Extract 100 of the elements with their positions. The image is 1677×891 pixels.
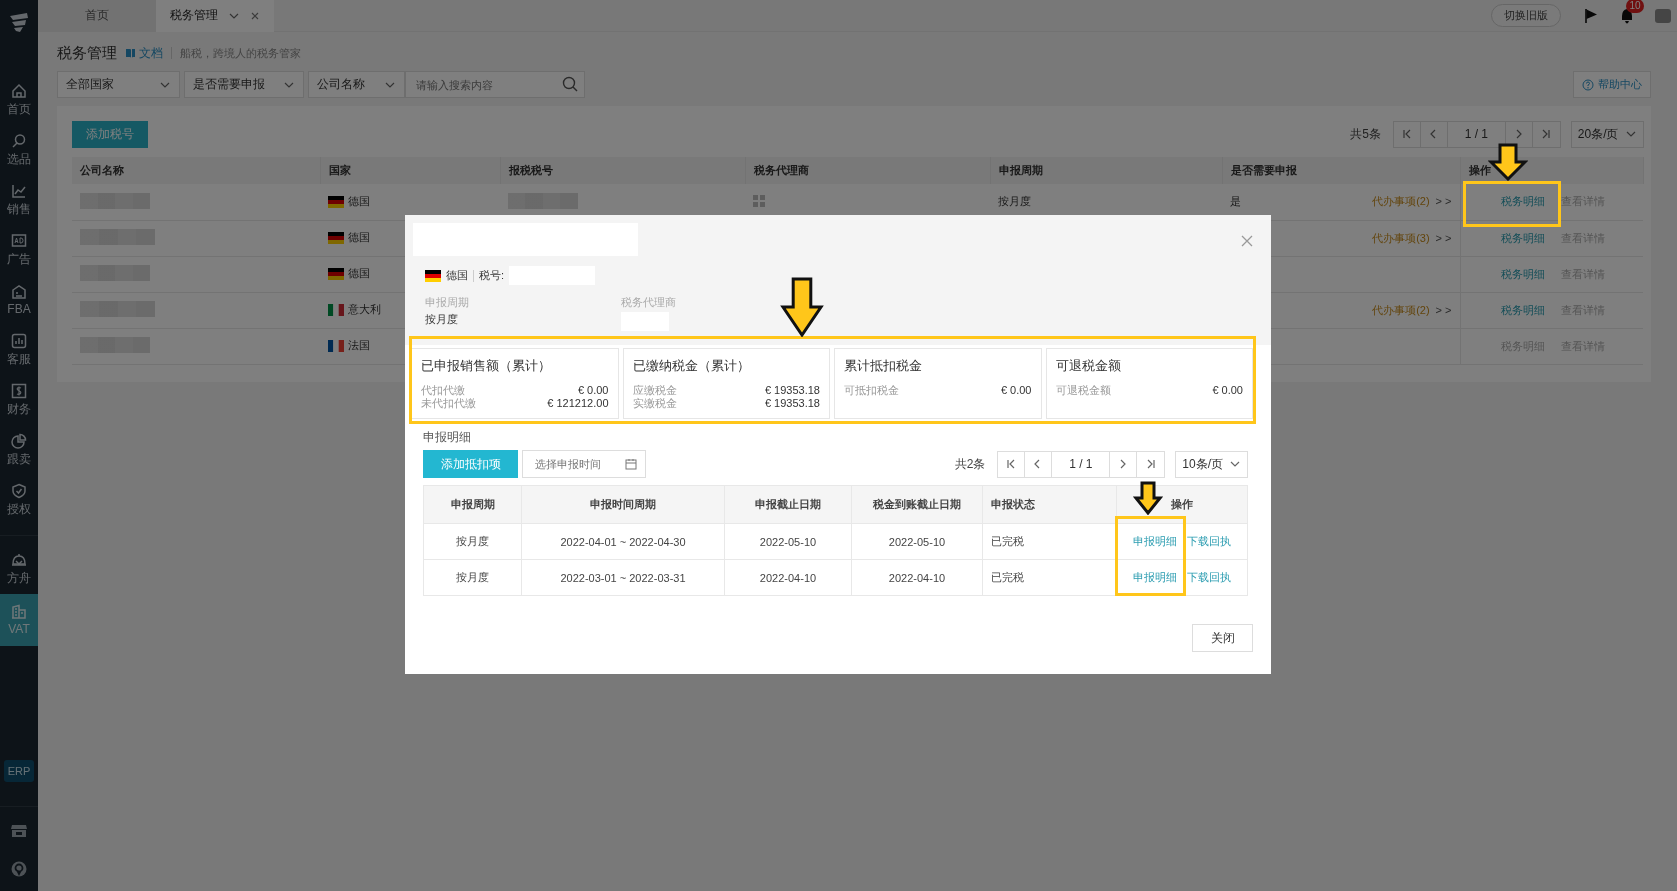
- table-cell: 2022-04-10: [724, 559, 852, 596]
- stat-title: 累计抵扣税金: [844, 357, 923, 375]
- column-header: 申报状态: [982, 485, 1117, 524]
- total-count: 共2条: [954, 455, 986, 473]
- stat-value: € 121212.00: [547, 397, 609, 410]
- search-field[interactable]: 请输入搜索内容: [405, 71, 585, 98]
- book-icon: [125, 47, 136, 59]
- country-name: 德国: [348, 266, 370, 282]
- more-arrow: > >: [1435, 303, 1452, 316]
- filing-detail-link[interactable]: 申报明细: [1133, 570, 1177, 585]
- section-title: 申报明细: [423, 429, 472, 446]
- country-name: 法国: [348, 338, 370, 354]
- search-icon: [562, 76, 578, 92]
- stat-title: 已缴纳税金（累计）: [632, 357, 751, 375]
- column-header: 公司名称: [72, 157, 320, 184]
- table-cell: 是: [1230, 194, 1241, 210]
- filter-select[interactable]: 是否需要申报: [184, 71, 304, 98]
- add-tax-number-button[interactable]: 添加税号: [72, 120, 148, 148]
- column-header: 申报时间周期: [521, 485, 725, 524]
- sidebar-item[interactable]: 授权: [0, 475, 38, 525]
- sidebar-item[interactable]: 首页: [0, 75, 38, 125]
- sidebar-item[interactable]: 跟卖: [0, 425, 38, 475]
- tax-detail-link[interactable]: 税务明细: [1501, 266, 1545, 282]
- dome-icon: [11, 551, 27, 568]
- notification-badge: 10: [1626, 0, 1644, 13]
- tax-detail-link[interactable]: 税务明细: [1501, 302, 1545, 318]
- help-icon: [1581, 78, 1594, 91]
- todo-link[interactable]: 代办事项(2): [1372, 195, 1430, 208]
- shield-icon: [11, 482, 27, 499]
- field-label: 申报周期: [425, 295, 470, 310]
- store-icon: [10, 823, 28, 839]
- tax-detail-link[interactable]: 税务明细: [1501, 194, 1545, 210]
- column-header: 是否需要申报: [1222, 157, 1460, 184]
- sidebar-item[interactable]: 选品: [0, 125, 38, 175]
- switch-version-button[interactable]: 切换旧版: [1490, 4, 1561, 27]
- arrow-icon: [780, 277, 824, 337]
- page-size-select[interactable]: 10条/页: [1175, 450, 1248, 478]
- sidebar-item[interactable]: 财务: [0, 375, 38, 425]
- column-header: 申报周期: [990, 157, 1222, 184]
- column-header: 申报截止日期: [724, 485, 852, 524]
- filter-select[interactable]: 全部国家: [57, 71, 180, 98]
- table-cell: 按月度: [423, 523, 522, 560]
- close-icon[interactable]: [1241, 235, 1253, 247]
- filter-select[interactable]: 公司名称: [308, 71, 405, 98]
- filing-detail-link[interactable]: 申报明细: [1133, 534, 1177, 549]
- stat-value: € 0.00: [1000, 384, 1032, 397]
- help-center-button[interactable]: 帮助中心: [1572, 71, 1651, 98]
- stat-label: 实缴税金: [632, 397, 677, 410]
- field-label: 税务代理商: [621, 295, 677, 310]
- tab[interactable]: 税务管理: [156, 0, 274, 32]
- sidebar-item[interactable]: VAT: [0, 594, 38, 646]
- add-deduction-button[interactable]: 添加抵扣项: [423, 450, 518, 478]
- more-arrow: > >: [1435, 195, 1452, 208]
- stat-value: € 0.00: [1212, 384, 1243, 397]
- trend-chart-icon: [11, 182, 27, 199]
- erp-badge[interactable]: ERP: [3, 760, 35, 782]
- country-name: 德国: [446, 268, 468, 283]
- close-button[interactable]: 关闭: [1192, 624, 1253, 652]
- stat-label: 可退税金额: [1055, 384, 1111, 397]
- logo-icon: [7, 10, 31, 34]
- todo-link[interactable]: 代办事项(2): [1372, 303, 1430, 316]
- sidebar-item[interactable]: FBA: [0, 275, 38, 325]
- doc-link[interactable]: 文档: [125, 44, 163, 62]
- sidebar-item[interactable]: 销售: [0, 175, 38, 225]
- pie-chart-icon: [11, 432, 27, 449]
- column-header: 税务代理商: [745, 157, 990, 184]
- table-cell: 2022-05-10: [851, 523, 983, 560]
- dollar-icon: [11, 382, 27, 399]
- column-header: 税金到账截止日期: [851, 485, 983, 524]
- stat-title: 可退税金额: [1055, 357, 1122, 375]
- tax-detail-link[interactable]: 税务明细: [1501, 230, 1545, 246]
- total-count: 共5条: [1350, 125, 1381, 143]
- arrow-icon: [1133, 481, 1163, 515]
- country-name: 意大利: [348, 302, 381, 318]
- home-icon: [11, 82, 27, 99]
- sidebar-item[interactable]: 广告: [0, 225, 38, 275]
- search-icon: [11, 132, 27, 149]
- sidebar-item[interactable]: 方舟: [0, 544, 38, 594]
- building-icon: [11, 604, 27, 620]
- column-header: 国家: [320, 157, 500, 184]
- sidebar-item[interactable]: 客服: [0, 325, 38, 375]
- page-title: 税务管理: [57, 43, 117, 63]
- table-cell: 2022-03-01 ~ 2022-03-31: [521, 559, 725, 596]
- todo-link[interactable]: 代办事项(3): [1372, 231, 1430, 244]
- table-cell: 2022-04-01 ~ 2022-04-30: [521, 523, 725, 560]
- stat-label: 代扣代缴: [421, 384, 465, 397]
- page-size-select[interactable]: 20条/页: [1570, 120, 1644, 148]
- stat-label: 可抵扣税金: [844, 384, 899, 397]
- first-page-icon: [1400, 128, 1413, 140]
- date-picker[interactable]: 选择申报时间: [522, 450, 646, 478]
- bar-chart-icon: [11, 332, 27, 349]
- download-receipt-link[interactable]: 下载回执: [1187, 534, 1231, 549]
- field-value: 按月度: [425, 312, 459, 327]
- table-cell: 按月度: [998, 195, 1031, 208]
- column-header: 申报周期: [423, 485, 522, 524]
- download-receipt-link[interactable]: 下载回执: [1187, 570, 1231, 585]
- tab[interactable]: 首页: [38, 0, 156, 32]
- grid-icon: [753, 194, 765, 207]
- ad-icon: [11, 232, 27, 249]
- calendar-icon: [625, 458, 637, 470]
